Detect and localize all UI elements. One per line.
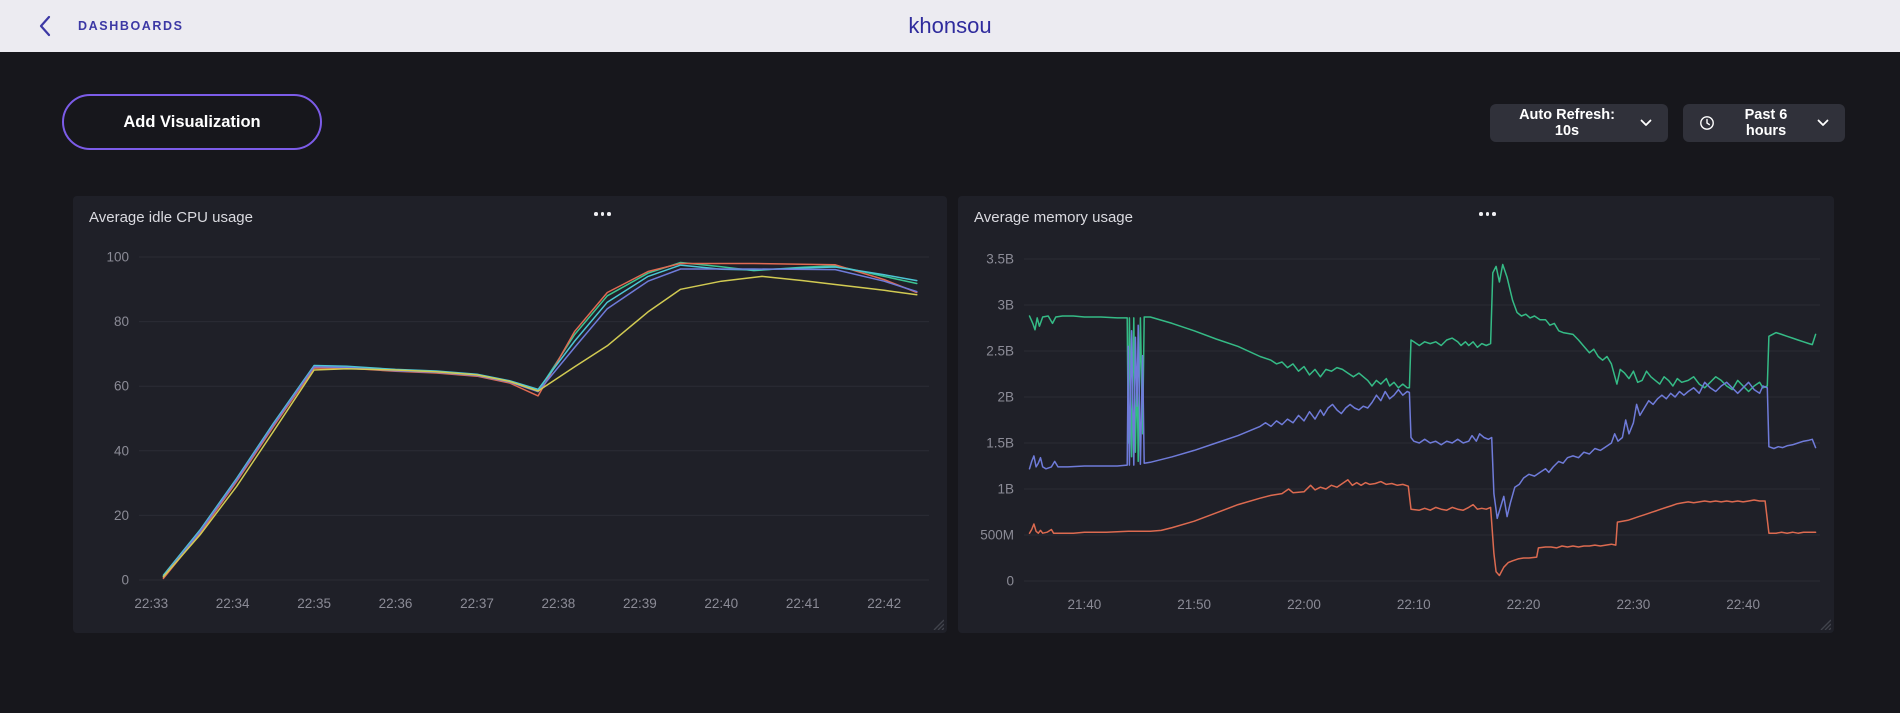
x-tick-label: 22:10 [1397, 597, 1431, 612]
x-tick-label: 22:42 [867, 596, 901, 611]
time-range-label: Past 6 hours [1725, 107, 1807, 139]
x-tick-label: 22:40 [1726, 597, 1760, 612]
panel-resize-handle[interactable] [1818, 617, 1831, 630]
x-tick-label: 22:36 [379, 596, 413, 611]
x-tick-label: 22:39 [623, 596, 657, 611]
panel-resize-handle[interactable] [931, 617, 944, 630]
cpu-usage-chart[interactable]: 0 20 40 60 80 100 22:33 22:34 22:35 22:36 22:37 22:… [73, 232, 947, 632]
x-tick-label: 22:38 [542, 596, 576, 611]
y-tick-label: 3.5B [986, 252, 1014, 267]
x-tick-label: 22:41 [786, 596, 820, 611]
x-tick-label: 22:34 [216, 596, 250, 611]
auto-refresh-label: Auto Refresh: 10s [1506, 107, 1628, 139]
series-line-mem-green [1030, 265, 1816, 462]
y-tick-label: 3B [997, 298, 1014, 313]
y-tick-label: 2.5B [986, 344, 1014, 359]
app-header: DASHBOARDS khonsou [0, 0, 1900, 52]
memory-usage-chart[interactable]: 3.5B 3B 2.5B 2B 1.5B 1B 500M 0 21:40 21:50 22:00 22… [958, 232, 1834, 632]
y-tick-label: 2B [997, 390, 1014, 405]
clock-icon [1699, 115, 1715, 131]
chevron-down-icon [1817, 119, 1829, 127]
x-tick-label: 22:35 [297, 596, 331, 611]
panel-title: Average memory usage [974, 209, 1133, 226]
x-tick-label: 22:30 [1616, 597, 1650, 612]
auto-refresh-dropdown[interactable]: Auto Refresh: 10s [1490, 104, 1668, 142]
panel-average-idle-cpu-usage: Average idle CPU usage 0 20 40 60 80 100 22:33… [73, 196, 947, 633]
page-title: khonsou [0, 0, 1900, 52]
panel-average-memory-usage: Average memory usage 3.5B 3B 2.5B 2B 1.5B 1B 5… [958, 196, 1834, 633]
series-line-mem-red [1030, 480, 1816, 576]
y-tick-label: 500M [980, 528, 1014, 543]
ellipsis-icon [601, 212, 605, 216]
time-range-dropdown[interactable]: Past 6 hours [1683, 104, 1845, 142]
y-tick-label: 1B [997, 482, 1014, 497]
x-tick-label: 22:33 [134, 596, 168, 611]
panel-menu-button[interactable] [594, 206, 611, 222]
y-tick-label: 100 [106, 250, 129, 265]
ellipsis-icon [1492, 212, 1496, 216]
ellipsis-icon [594, 212, 598, 216]
y-tick-label: 40 [114, 443, 129, 458]
x-tick-label: 22:37 [460, 596, 494, 611]
ellipsis-icon [1479, 212, 1483, 216]
x-tick-label: 22:40 [704, 596, 738, 611]
add-visualization-button[interactable]: Add Visualization [62, 94, 322, 150]
y-tick-label: 60 [114, 379, 129, 394]
chevron-down-icon [1640, 119, 1652, 127]
y-tick-label: 1.5B [986, 436, 1014, 451]
x-tick-label: 22:20 [1507, 597, 1541, 612]
y-tick-label: 20 [114, 508, 129, 523]
ellipsis-icon [1486, 212, 1490, 216]
x-tick-label: 21:40 [1067, 597, 1101, 612]
y-tick-label: 0 [121, 573, 129, 588]
panel-title: Average idle CPU usage [89, 209, 253, 226]
x-tick-label: 21:50 [1177, 597, 1211, 612]
y-tick-label: 80 [114, 314, 129, 329]
y-tick-label: 0 [1006, 574, 1014, 589]
ellipsis-icon [607, 212, 611, 216]
panel-menu-button[interactable] [1479, 206, 1496, 222]
x-tick-label: 22:00 [1287, 597, 1321, 612]
